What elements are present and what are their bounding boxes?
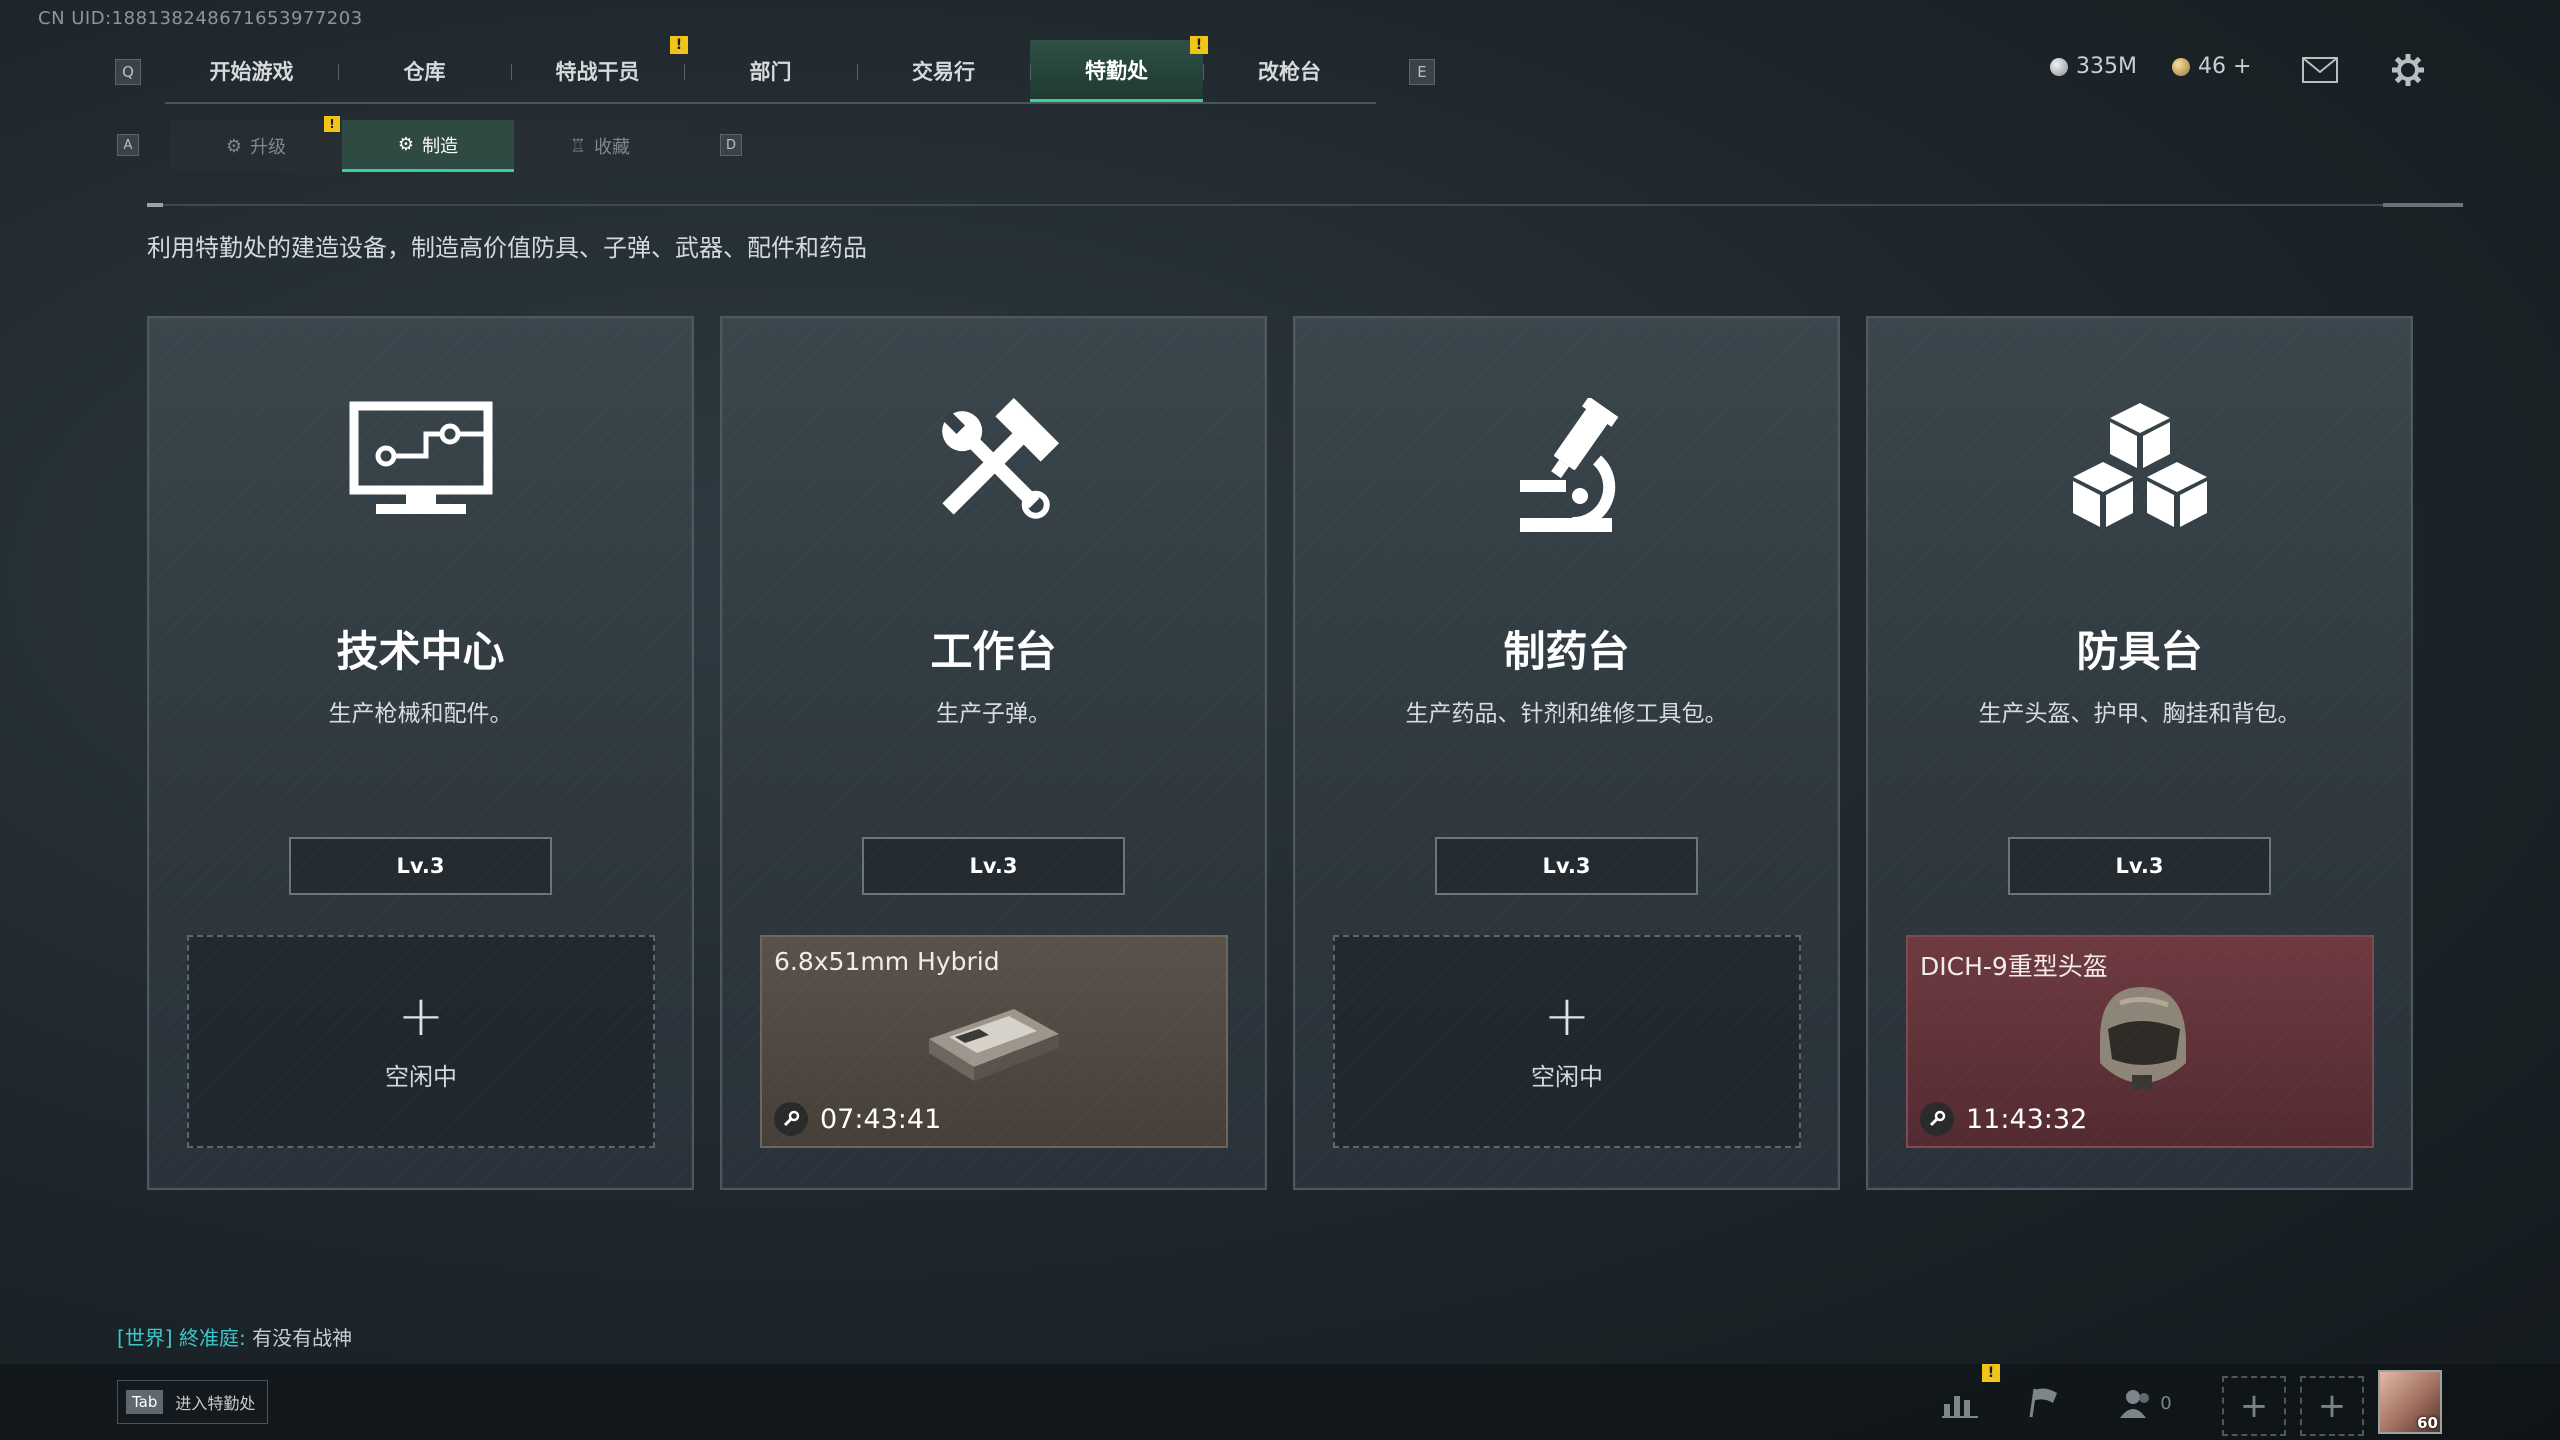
bottom-bar [0, 1364, 2560, 1440]
craft-slot-active[interactable]: DICH-9重型头盔 11:43:32 [1906, 935, 2374, 1148]
crafting-item-name: 6.8x51mm Hybrid [774, 947, 1000, 976]
chat-line[interactable]: [世界] 終准庭: 有没有战神 [117, 1322, 352, 1351]
friends-icon [2120, 1390, 2150, 1418]
craft-slot-empty[interactable]: + 空闲中 [1333, 935, 1801, 1148]
level-badge: Lv.3 [289, 837, 552, 895]
tab-warehouse[interactable]: 仓库 [338, 40, 511, 102]
tab-gunsmith[interactable]: 改枪台 [1203, 40, 1376, 102]
ammo-box-image [762, 979, 1226, 1097]
crafting-item-name: DICH-9重型头盔 [1920, 952, 2108, 981]
card-armor-bench[interactable]: 防具台 生产头盔、护甲、胸挂和背包。 Lv.3 DICH-9重型头盔 11:43… [1866, 316, 2413, 1190]
card-pharmacy[interactable]: 制药台 生产药品、针剂和维修工具包。 Lv.3 + 空闲中 [1293, 316, 1840, 1190]
subtab-craft-label: 制造 [422, 135, 459, 157]
timer-value: 07:43:41 [820, 1103, 942, 1135]
subtab-upgrade[interactable]: ⚙ 升级 [170, 120, 342, 172]
card-title: 技术中心 [336, 627, 505, 676]
card-subtitle: 生产头盔、护甲、胸挂和背包。 [1978, 701, 2301, 727]
card-title: 防具台 [2076, 627, 2203, 676]
subnav-next-key[interactable]: D [720, 134, 742, 156]
operators-alert-badge: ! [670, 36, 688, 54]
subtab-upgrade-label: 升级 [250, 137, 287, 158]
player-avatar[interactable]: 60 [2378, 1370, 2442, 1434]
tab-start-game[interactable]: 开始游戏 [165, 40, 338, 102]
tab-hint-label: 进入特勤处 [175, 1394, 256, 1413]
tab-department[interactable]: 部门 [684, 40, 857, 102]
mail-icon[interactable] [2300, 52, 2340, 88]
add-icon: + [1543, 984, 1591, 1049]
tab-operators[interactable]: 特战干员 [511, 40, 684, 102]
level-badge: Lv.3 [862, 837, 1125, 895]
subnav-prev-key[interactable]: A [117, 134, 139, 156]
card-subtitle: 生产药品、针剂和维修工具包。 [1405, 701, 1728, 727]
stats-alert-badge: ! [1982, 1364, 2000, 1382]
uid-label: CN UID:188138248671653977203 [38, 8, 363, 29]
tab-special-ops[interactable]: 特勤处 [1030, 40, 1203, 102]
coins-display[interactable]: 46 + [2172, 54, 2251, 79]
level-badge: Lv.3 [2008, 837, 2271, 895]
friends-count: 0 [2160, 1392, 2172, 1414]
settings-gear-icon[interactable] [2388, 52, 2428, 88]
slot-status: 空闲中 [385, 1063, 457, 1091]
timer-value: 11:43:32 [1966, 1103, 2088, 1135]
trophy-icon: ♖ [569, 135, 587, 157]
computer-icon [149, 398, 692, 538]
card-title: 工作台 [930, 627, 1057, 676]
subtab-collection[interactable]: ♖ 收藏 [514, 120, 686, 172]
card-subtitle: 生产枪械和配件。 [328, 701, 513, 727]
tab-trade[interactable]: 交易行 [857, 40, 1030, 102]
subtab-craft[interactable]: ⚙ 制造 [342, 120, 514, 172]
gold-coin-icon [2172, 57, 2190, 76]
special-ops-alert-badge: ! [1190, 36, 1208, 54]
player-level: 60 [2417, 1414, 2438, 1432]
cubes-icon [1868, 398, 2411, 538]
chat-sender: 終准庭: [178, 1326, 246, 1350]
tab-key: Tab [126, 1390, 164, 1414]
craft-timer: 11:43:32 [1920, 1102, 2087, 1136]
level-badge: Lv.3 [1435, 837, 1698, 895]
card-workbench[interactable]: 工作台 生产子弹。 Lv.3 6.8x51mm Hybrid 07:43:41 [720, 316, 1267, 1190]
stats-chart-icon[interactable] [1940, 1380, 1980, 1426]
wrench-icon [774, 1102, 808, 1136]
slot-status: 空闲中 [1531, 1063, 1603, 1091]
craft-gear-icon: ⚙ [397, 134, 415, 155]
balance-value: 335M [2076, 54, 2137, 79]
add-icon: + [397, 984, 445, 1049]
craft-timer: 07:43:41 [774, 1102, 941, 1136]
balance-display[interactable]: 335M [2050, 54, 2137, 79]
enter-special-ops-hint[interactable]: Tab 进入特勤处 [117, 1380, 269, 1424]
upgrade-icon: ⚙ [225, 135, 243, 157]
hammer-wrench-icon [722, 398, 1265, 538]
silver-coin-icon [2050, 57, 2068, 76]
friends-button[interactable]: 0 [2116, 1380, 2176, 1426]
header-divider [147, 203, 2463, 207]
coins-value: 46 + [2198, 54, 2252, 79]
card-tech-center[interactable]: 技术中心 生产枪械和配件。 Lv.3 + 空闲中 [147, 316, 694, 1190]
chat-channel: [世界] [117, 1326, 173, 1350]
nav-next-key[interactable]: E [1409, 59, 1435, 85]
helmet-image [1908, 979, 2372, 1097]
add-slot-button[interactable]: + [2300, 1376, 2364, 1436]
craft-slot-active[interactable]: 6.8x51mm Hybrid 07:43:41 [760, 935, 1228, 1148]
card-subtitle: 生产子弹。 [936, 701, 1051, 727]
craft-slot-empty[interactable]: + 空闲中 [187, 935, 655, 1148]
wrench-icon [1920, 1102, 1954, 1136]
page-description: 利用特勤处的建造设备，制造高价值防具、子弹、武器、配件和药品 [147, 234, 867, 262]
nav-prev-key[interactable]: Q [115, 59, 141, 85]
card-title: 制药台 [1503, 627, 1630, 676]
subtab-collection-label: 收藏 [594, 137, 631, 158]
chat-message: 有没有战神 [252, 1326, 353, 1350]
sub-nav: ⚙ 升级 ⚙ 制造 ♖ 收藏 [170, 120, 686, 172]
flag-icon[interactable] [2024, 1380, 2064, 1426]
upgrade-alert-badge: ! [324, 116, 340, 132]
microscope-icon [1295, 398, 1838, 538]
add-slot-button[interactable]: + [2222, 1376, 2286, 1436]
